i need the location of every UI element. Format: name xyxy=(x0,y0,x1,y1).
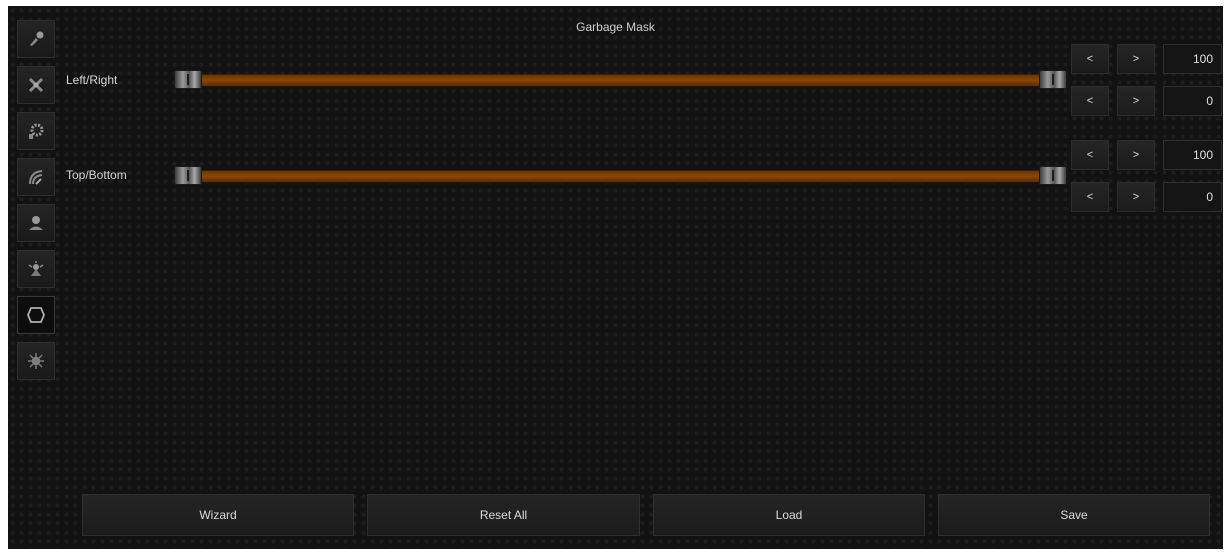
value-field[interactable]: 100 xyxy=(1163,44,1222,74)
load-button[interactable]: Load xyxy=(653,494,925,536)
person-icon xyxy=(29,216,43,230)
sidebar-item-spotlight[interactable] xyxy=(17,250,55,288)
decrement-button[interactable]: < xyxy=(1071,86,1109,116)
garbage-mask-panel: Garbage Mask Left/Right < > 100 < > 0 To… xyxy=(8,6,1223,549)
value-field[interactable]: 0 xyxy=(1163,86,1222,116)
spotlight-icon xyxy=(28,261,44,276)
sidebar-item-signal[interactable] xyxy=(17,158,55,196)
value-field[interactable]: 0 xyxy=(1163,182,1222,212)
increment-button[interactable]: > xyxy=(1117,182,1155,212)
slider-max-handle[interactable] xyxy=(1039,70,1067,89)
top-bottom-max-spinner: < > 100 xyxy=(1071,140,1222,170)
sidebar-item-gear[interactable] xyxy=(17,112,55,150)
sidebar-item-settings[interactable] xyxy=(17,342,55,380)
top-bottom-min-spinner: < > 0 xyxy=(1071,182,1222,212)
slider-track xyxy=(182,74,1059,87)
left-right-max-spinner: < > 100 xyxy=(1071,44,1222,74)
signal-icon xyxy=(29,170,43,185)
value-field[interactable]: 100 xyxy=(1163,140,1222,170)
slider-min-handle[interactable] xyxy=(174,70,202,89)
row-label-left-right: Left/Right xyxy=(66,73,118,87)
left-right-min-spinner: < > 0 xyxy=(1071,86,1222,116)
slider-min-handle[interactable] xyxy=(174,166,202,185)
decrement-button[interactable]: < xyxy=(1071,182,1109,212)
increment-button[interactable]: > xyxy=(1117,86,1155,116)
mask-outline-icon xyxy=(27,307,45,323)
decrement-button[interactable]: < xyxy=(1071,44,1109,74)
sidebar-item-mask[interactable] xyxy=(17,296,55,334)
sidebar-item-brush[interactable] xyxy=(17,20,55,58)
decrement-button[interactable]: < xyxy=(1071,140,1109,170)
save-button[interactable]: Save xyxy=(938,494,1210,536)
row-label-top-bottom: Top/Bottom xyxy=(66,168,127,182)
gear-icon xyxy=(29,123,44,139)
settings-burst-icon xyxy=(28,353,44,369)
panel-title: Garbage Mask xyxy=(576,20,655,34)
slider-max-handle[interactable] xyxy=(1039,166,1067,185)
top-bottom-range-slider[interactable] xyxy=(174,166,1067,186)
cross-tools-icon xyxy=(28,77,44,93)
slider-track xyxy=(182,170,1059,183)
sidebar-item-person[interactable] xyxy=(17,204,55,242)
reset-all-button[interactable]: Reset All xyxy=(367,494,640,536)
wizard-button[interactable]: Wizard xyxy=(82,494,354,536)
sidebar-item-tools[interactable] xyxy=(17,66,55,104)
brush-icon xyxy=(30,31,44,46)
increment-button[interactable]: > xyxy=(1117,140,1155,170)
left-right-range-slider[interactable] xyxy=(174,70,1067,90)
increment-button[interactable]: > xyxy=(1117,44,1155,74)
